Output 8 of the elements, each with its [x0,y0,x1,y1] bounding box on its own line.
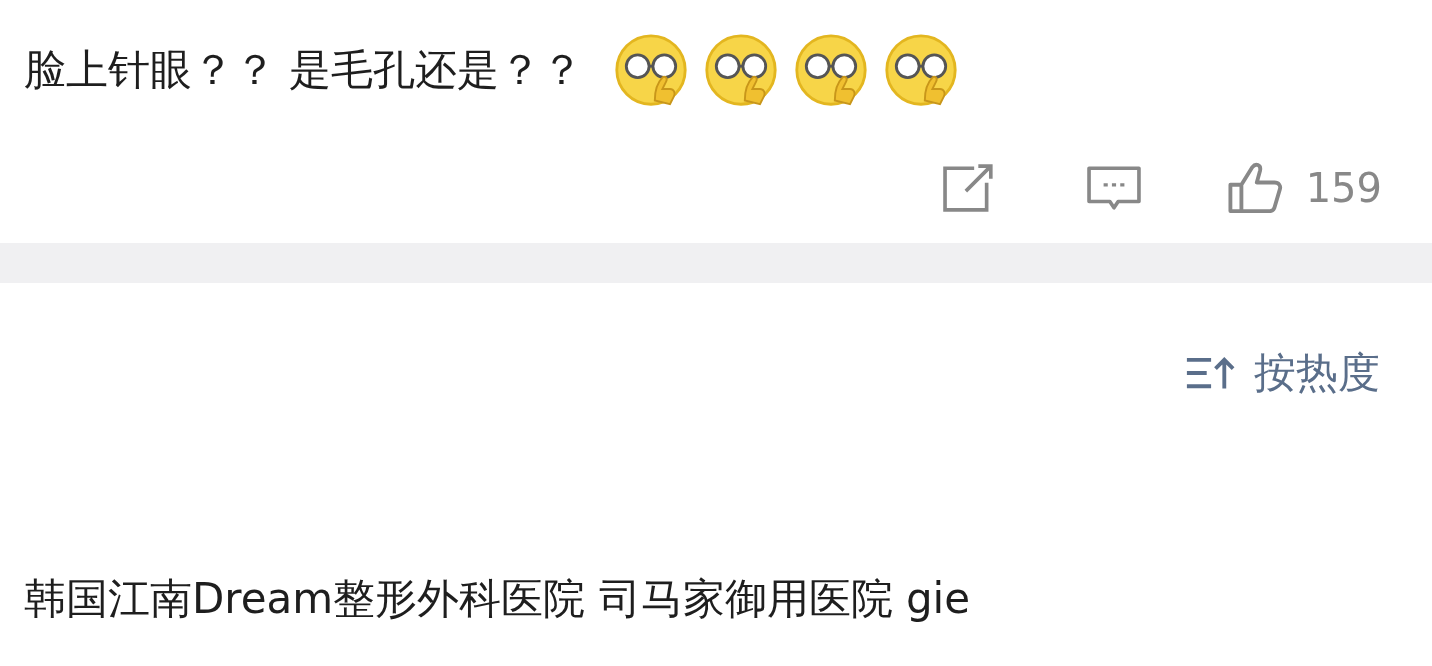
sort-button[interactable]: 按热度 [1182,345,1380,401]
emoji-icon [883,32,960,108]
emoji-icon [793,32,870,108]
emoji-icon [613,32,690,108]
emoji-icon [703,32,780,108]
comment-text: 脸上针眼？？ 是毛孔还是？？ [24,44,584,96]
comment-text: 韩国江南Dream整形外科医院 司马家御用医院 gie [24,574,971,623]
like-button[interactable]: 159 [1225,160,1382,216]
